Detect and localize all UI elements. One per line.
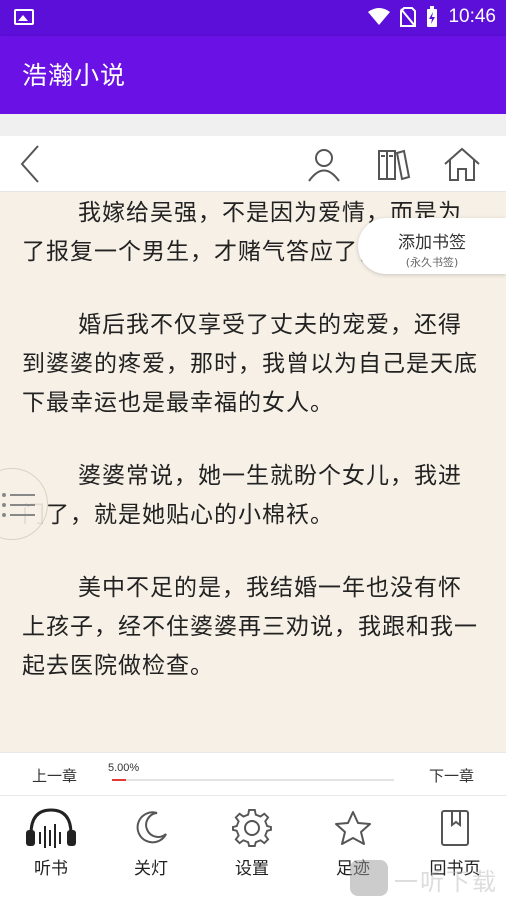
watermark-text: 一听下载 bbox=[394, 868, 498, 896]
bookmark-sublabel: (永久书签) bbox=[405, 256, 459, 269]
star-icon bbox=[335, 811, 371, 845]
divider-strip bbox=[0, 114, 506, 136]
watermark: 一听下载 bbox=[350, 858, 500, 898]
chevron-left-icon bbox=[20, 145, 39, 183]
status-time: 10:46 bbox=[448, 6, 496, 27]
reader-content[interactable]: 我嫁给吴强，不是因为爱情，而是为了报复一个男生，才赌气答应了他的求婚。 婚后我不… bbox=[0, 192, 506, 752]
list-icon bbox=[2, 493, 35, 517]
prev-chapter-button[interactable]: 上一章 bbox=[32, 765, 77, 786]
next-chapter-button[interactable]: 下一章 bbox=[429, 765, 474, 786]
battery-charging-icon bbox=[427, 6, 438, 27]
paragraph: 婆婆常说，她一生就盼个女儿，我进门了，就是她贴心的小棉袄。 bbox=[22, 463, 462, 528]
watermark-logo bbox=[350, 860, 388, 896]
nav-label: 听书 bbox=[34, 859, 68, 879]
reader-toolbar bbox=[0, 136, 506, 192]
no-sim-icon bbox=[400, 7, 417, 27]
settings-button[interactable]: 设置 bbox=[207, 806, 297, 879]
status-bar: 10:46 bbox=[0, 0, 506, 36]
app-bar: 浩瀚小说 bbox=[0, 36, 506, 114]
headphones-icon bbox=[26, 808, 76, 848]
user-button[interactable] bbox=[302, 142, 346, 186]
progress-slider[interactable] bbox=[112, 779, 394, 781]
user-icon bbox=[308, 149, 340, 182]
wifi-icon bbox=[368, 8, 391, 25]
paragraph: 美中不足的是，我结婚一年也没有怀上孩子，经不住婆婆再三劝说，我跟和我一起去医院做… bbox=[22, 575, 478, 679]
chapter-progress-bar: 上一章 5.00% 下一章 bbox=[0, 752, 506, 796]
status-icons: 10:46 bbox=[368, 6, 496, 28]
nav-label: 设置 bbox=[235, 859, 269, 879]
books-icon bbox=[378, 149, 411, 181]
book-icon bbox=[441, 810, 469, 846]
app-title: 浩瀚小说 bbox=[22, 61, 127, 90]
listen-button[interactable]: 听书 bbox=[6, 806, 96, 879]
gear-icon bbox=[232, 808, 272, 847]
bookmark-label: 添加书签 bbox=[398, 233, 466, 253]
lights-off-button[interactable]: 关灯 bbox=[106, 806, 196, 879]
bookshelf-button[interactable] bbox=[372, 142, 416, 186]
home-button[interactable] bbox=[440, 142, 484, 186]
nav-label: 关灯 bbox=[134, 859, 168, 879]
progress-fill bbox=[112, 779, 127, 781]
add-bookmark-button[interactable]: 添加书签 (永久书签) bbox=[358, 218, 506, 274]
home-icon bbox=[444, 147, 480, 181]
moon-icon bbox=[136, 811, 167, 844]
gallery-notification-icon bbox=[14, 9, 34, 25]
progress-percent: 5.00% bbox=[108, 762, 140, 774]
paragraph: 婚后我不仅享受了丈夫的宠爱，还得到婆婆的疼爱，那时，我曾以为自己是天底下最幸运也… bbox=[22, 312, 478, 416]
back-button[interactable] bbox=[8, 142, 52, 186]
